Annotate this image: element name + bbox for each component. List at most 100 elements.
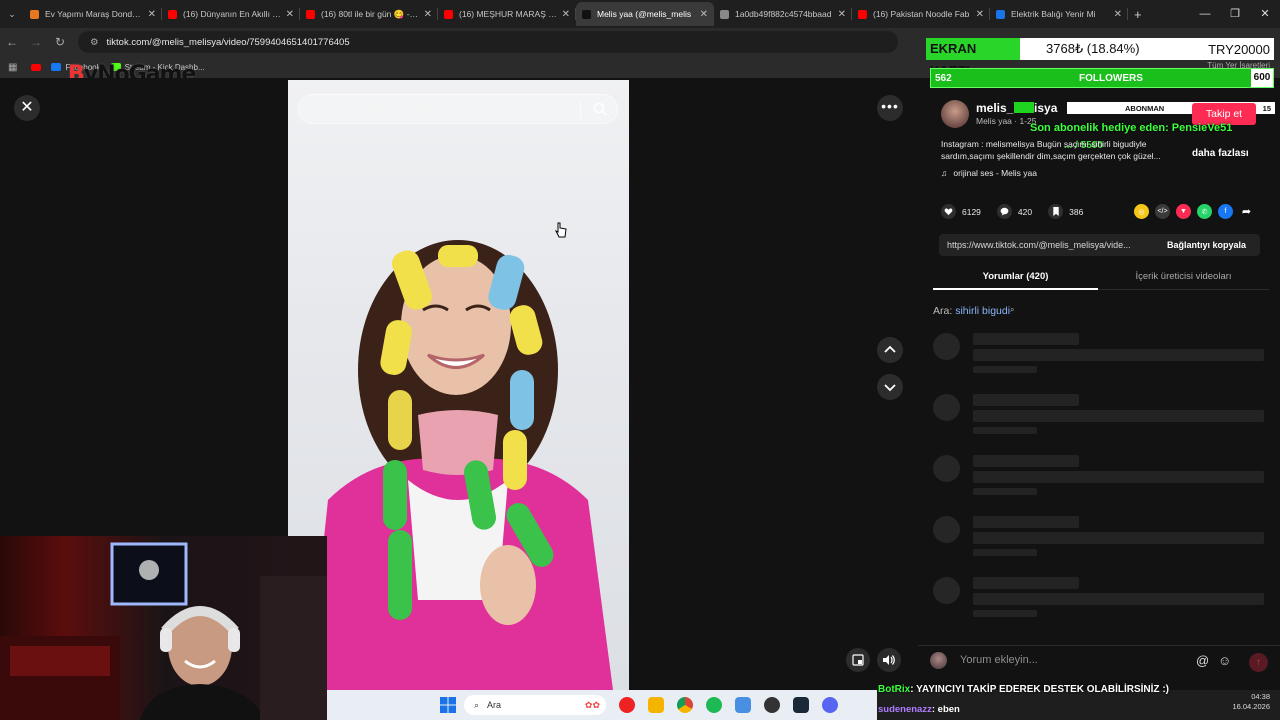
copy-link-button[interactable]: Bağlantıyı kopyala	[1153, 240, 1260, 250]
restore-button[interactable]: ❐	[1220, 0, 1250, 28]
tab-4[interactable]: Melis yaa (@melis_melis ✕	[576, 2, 714, 26]
discord-icon[interactable]	[822, 697, 838, 713]
obs-icon[interactable]	[764, 697, 780, 713]
save-count: 386	[1069, 206, 1084, 217]
pip-button[interactable]	[846, 648, 870, 672]
like-button[interactable]: 6129	[941, 204, 981, 219]
url-field[interactable]: ⚙ tiktok.com/@melis_melisya/video/759940…	[78, 31, 898, 53]
taskbar-clock[interactable]: 04:38 16.04.2026	[1222, 692, 1270, 712]
mention-icon[interactable]: @	[1196, 653, 1209, 668]
tab-favicon-icon	[996, 9, 1005, 19]
overlay-censor-block	[1014, 102, 1034, 113]
forward-button[interactable]: →	[24, 35, 48, 49]
tab-search-icon[interactable]: ⌄	[0, 9, 24, 20]
clock-date: 16.04.2026	[1232, 702, 1270, 711]
author-avatar[interactable]	[941, 100, 969, 128]
video-player[interactable]	[288, 80, 629, 690]
tab-close-icon[interactable]: ✕	[148, 9, 156, 20]
comment-button[interactable]: 420	[996, 204, 1032, 219]
panel-tabs: Yorumlar (420) İçerik üreticisi videolar…	[933, 266, 1269, 290]
video-search-bar[interactable]: yeni saçım nasıl olmuş kızlar	[298, 94, 618, 124]
whatsapp-icon[interactable]: ✆	[1197, 204, 1212, 219]
taskbar-search[interactable]: ⌕ Ara ✿✿	[464, 695, 606, 715]
author-subtitle: Melis yaa · 1-25	[976, 116, 1037, 126]
chat-message-bot: BotRix: YAYINCIYI TAKİP EDEREK DESTEK OL…	[878, 684, 1169, 695]
save-button[interactable]: 386	[1048, 204, 1083, 219]
youtube-bookmark-icon[interactable]	[31, 63, 42, 71]
video-link[interactable]: https://www.tiktok.com/@melis_melisya/vi…	[939, 240, 1153, 250]
steam-icon[interactable]	[793, 697, 809, 713]
tab-favicon-icon	[444, 9, 453, 19]
tab-favicon-icon	[168, 9, 177, 19]
share-arrow-icon[interactable]: ➦	[1239, 204, 1254, 219]
next-video-button[interactable]	[877, 374, 903, 400]
file-explorer-icon[interactable]	[648, 697, 664, 713]
send-comment-button[interactable]: ↑	[1249, 653, 1268, 672]
volume-button[interactable]	[877, 648, 901, 672]
site-info-icon[interactable]: ⚙	[90, 37, 99, 48]
tab-6[interactable]: (16) Pakistan Noodle Fab ✕	[852, 2, 990, 26]
comment-skeleton	[933, 577, 1264, 617]
emoji-icon[interactable]: ☺	[1218, 653, 1231, 668]
tab-1[interactable]: (16) Dünyanın En Akıllı Ba ✕	[162, 2, 300, 26]
tab-2[interactable]: (16) 80tl ile bir gün 😋 - Yo ✕	[300, 2, 438, 26]
music-note-icon: ♫	[941, 168, 948, 178]
send-icon[interactable]: ▼	[1176, 204, 1191, 219]
tab-creator-videos[interactable]: İçerik üreticisi videoları	[1098, 271, 1269, 282]
tab-close-icon[interactable]: ✕	[562, 9, 570, 20]
tab-comments[interactable]: Yorumlar (420)	[933, 271, 1098, 282]
network-app-icon[interactable]	[735, 697, 751, 713]
chrome-icon[interactable]	[677, 697, 693, 713]
facebook-icon[interactable]: f	[1218, 204, 1233, 219]
reload-button[interactable]: ↻	[48, 35, 72, 49]
comment-icon	[996, 204, 1012, 219]
tab-title: Melis yaa (@melis_melis	[597, 9, 692, 19]
tab-title: Elektrik Balığı Yenir Mi	[1011, 9, 1096, 19]
chevron-up-icon	[884, 345, 896, 353]
tab-7[interactable]: Elektrik Balığı Yenir Mi ✕	[990, 2, 1128, 26]
apps-icon[interactable]: ▦	[8, 62, 17, 73]
related-search-term[interactable]: sihirli bigudi	[955, 305, 1010, 317]
comment-skeleton	[933, 516, 1264, 556]
tab-close-icon[interactable]: ✕	[976, 9, 984, 20]
search-input[interactable]: yeni saçım nasıl olmuş kızlar	[311, 104, 439, 115]
windows-start-icon[interactable]	[440, 697, 456, 716]
music-title: orijinal ses - Melis yaa	[953, 168, 1037, 178]
minimize-button[interactable]: —	[1190, 0, 1220, 28]
music-row[interactable]: ♫ orijinal ses - Melis yaa	[941, 168, 1037, 178]
tab-close-icon[interactable]: ✕	[838, 9, 846, 20]
chat-username: sudenenazz	[878, 704, 932, 715]
tab-0[interactable]: Ev Yapımı Maraş Dondurma ✕	[24, 2, 162, 26]
related-search[interactable]: Ara: sihirli bigudi⌕	[933, 305, 1015, 317]
new-tab-button[interactable]: +	[1134, 7, 1142, 22]
search-small-icon: ⌕	[1010, 305, 1015, 314]
tab-title: (16) 80tl ile bir gün 😋 - Yo	[321, 8, 420, 19]
share-icons: ◎ </> ▼ ✆ f ➦	[1134, 204, 1260, 219]
video-frame-illustration	[308, 240, 613, 690]
tab-3[interactable]: (16) MEŞHUR MARAŞ KUŞ ✕	[438, 2, 576, 26]
donation-goal-progress: 3768₺ (18.84%)	[1046, 41, 1140, 56]
previous-video-button[interactable]	[877, 337, 903, 363]
close-window-button[interactable]: ✕	[1250, 0, 1280, 28]
tab-close-icon[interactable]: ✕	[1114, 9, 1122, 20]
more-options-button[interactable]: •••	[877, 95, 903, 121]
tab-close-icon[interactable]: ✕	[700, 9, 708, 20]
media-player-icon[interactable]	[619, 697, 635, 713]
show-more-link[interactable]: daha fazlası	[1192, 148, 1249, 159]
tab-close-icon[interactable]: ✕	[424, 9, 432, 20]
close-button[interactable]: ✕	[14, 95, 40, 121]
comment-input[interactable]: Yorum ekleyin...	[960, 654, 1038, 666]
embed-icon[interactable]: </>	[1155, 204, 1170, 219]
tab-favicon-icon	[582, 9, 591, 19]
tulip-widget-icon: ✿✿	[584, 699, 600, 710]
search-icon[interactable]	[593, 102, 607, 119]
coin-icon[interactable]: ◎	[1134, 204, 1149, 219]
bookmark-icon	[1048, 204, 1064, 219]
back-button[interactable]: ←	[0, 35, 24, 49]
spotify-icon[interactable]	[706, 697, 722, 713]
mouse-cursor-icon	[554, 222, 567, 241]
tab-5[interactable]: 1a0db49f882c4574bbaad ✕	[714, 2, 852, 26]
tab-close-icon[interactable]: ✕	[286, 9, 294, 20]
followers-label: FOLLOWERS	[1079, 72, 1143, 84]
search-divider	[580, 101, 581, 119]
